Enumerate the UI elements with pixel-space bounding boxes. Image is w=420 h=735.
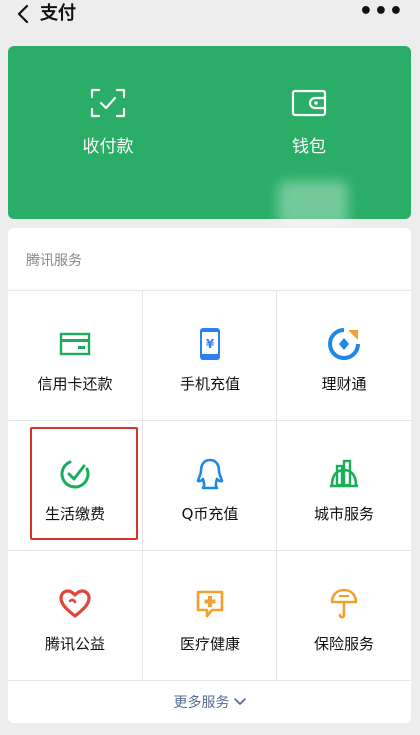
more-services-link[interactable]: 更多服务: [8, 682, 411, 722]
services-heading: 腾讯服务: [26, 253, 82, 269]
service-label: 城市服务: [313, 505, 374, 523]
city-icon: [327, 457, 361, 491]
umbrella-shield-icon: [327, 587, 361, 621]
service-city[interactable]: 城市服务: [277, 421, 411, 550]
wallet-label: 钱包: [292, 137, 326, 157]
wallet-icon: [291, 88, 327, 118]
service-label: 手机充值: [179, 375, 240, 393]
page-title: 支付: [40, 3, 76, 24]
highlight-box: [30, 427, 138, 540]
service-label: 医疗健康: [179, 635, 240, 653]
grid-divider: [8, 680, 411, 681]
service-label: 保险服务: [313, 635, 374, 653]
service-label: Q币充值: [181, 505, 239, 523]
service-medical[interactable]: 医疗健康: [143, 551, 277, 680]
receive-pay-label: 收付款: [82, 137, 134, 157]
service-label: 理财通: [321, 375, 367, 393]
top-bar: 支付 •••: [0, 0, 420, 30]
back-button[interactable]: [12, 2, 34, 26]
service-wealth[interactable]: 理财通: [277, 291, 411, 420]
phone-yen-icon: ¥: [193, 327, 227, 361]
receive-pay-button[interactable]: 收付款: [8, 46, 208, 219]
services-card: 腾讯服务 信用卡还款 ¥ 手机充值 理财通 生活缴费 Q币充值 城市服务 腾讯公…: [8, 228, 411, 723]
chevron-left-icon: [17, 4, 29, 24]
medical-icon: [193, 587, 227, 621]
heart-icon: [58, 587, 92, 621]
scan-frame-icon: [90, 88, 126, 118]
service-charity[interactable]: 腾讯公益: [8, 551, 142, 680]
services-grid: 信用卡还款 ¥ 手机充值 理财通 生活缴费 Q币充值 城市服务 腾讯公益 医疗健…: [8, 290, 411, 681]
service-phone-topup[interactable]: ¥ 手机充值: [143, 291, 277, 420]
blur-overlay: [278, 181, 348, 227]
credit-card-icon: [58, 327, 92, 361]
pay-card: 收付款 钱包: [8, 46, 411, 227]
more-services-label: 更多服务: [173, 695, 230, 711]
penguin-icon: [193, 457, 227, 491]
svg-text:¥: ¥: [206, 337, 215, 351]
more-menu-button[interactable]: •••: [359, 1, 404, 26]
service-qcoin[interactable]: Q币充值: [143, 421, 277, 550]
wealth-icon: [327, 327, 361, 361]
service-credit-card[interactable]: 信用卡还款: [8, 291, 142, 420]
service-label: 信用卡还款: [37, 375, 113, 393]
chevron-down-icon: [233, 698, 246, 706]
service-label: 腾讯公益: [44, 635, 105, 653]
service-insurance[interactable]: 保险服务: [277, 551, 411, 680]
